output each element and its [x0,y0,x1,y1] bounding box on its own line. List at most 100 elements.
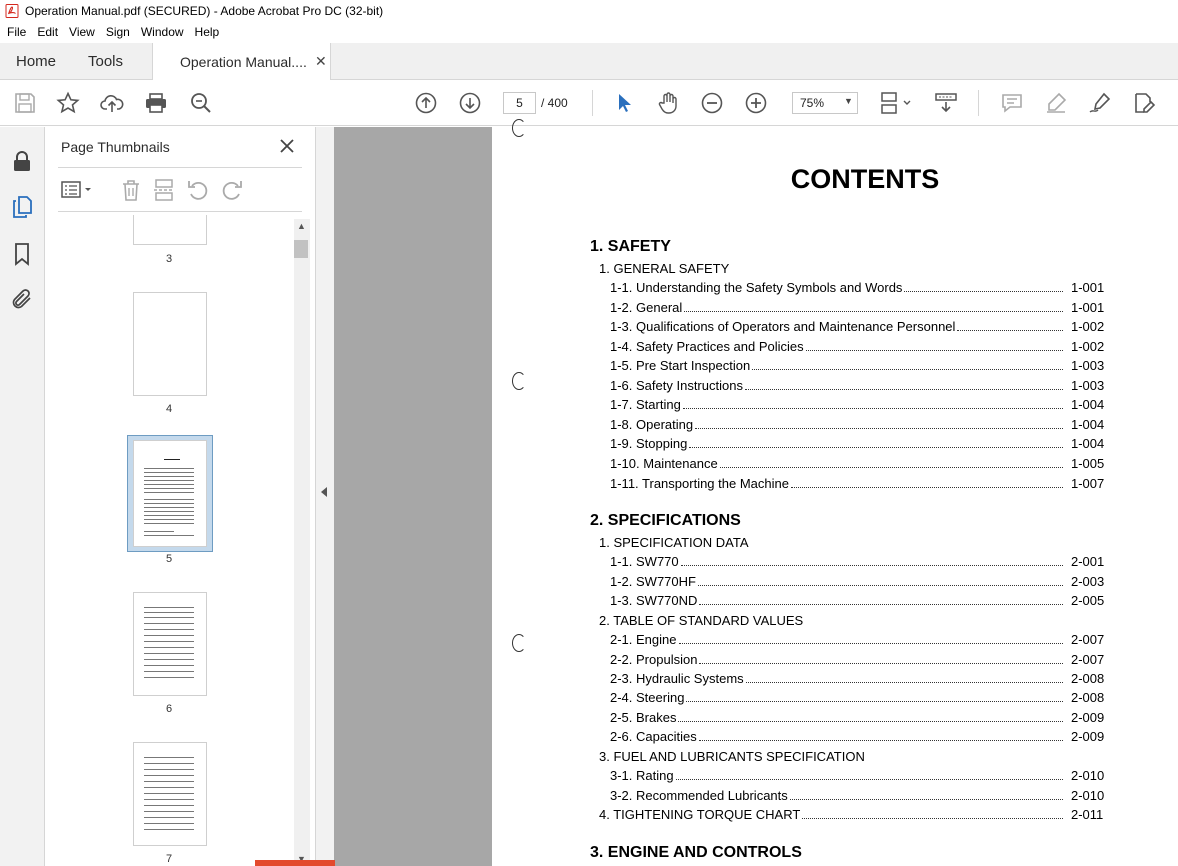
comment-icon[interactable] [1000,91,1024,115]
dot-leader [802,807,1063,819]
page-number-input[interactable]: 5 [503,92,536,114]
toc-entry[interactable]: 1-3. Qualifications of Operators and Mai… [610,319,1104,335]
extract-pages-icon[interactable] [152,178,176,202]
page-fit-icon[interactable] [878,91,914,115]
collapse-panel-icon[interactable] [321,487,327,497]
thumbnail-page-selected[interactable] [133,440,207,547]
toolbar-separator [978,90,979,116]
document-viewer[interactable]: CONTENTS 1. SAFETY 1. GENERAL SAFETY 1-1… [334,119,1178,866]
menu-window[interactable]: Window [137,25,188,39]
toc-entry-title: 1-2. General [610,300,683,315]
menu-help[interactable]: Help [191,25,224,39]
toc-entry[interactable]: 2-1. Engine 2-007 [610,632,1104,648]
toc-entry[interactable]: 1-7. Starting 1-004 [610,397,1104,413]
thumbnail-page[interactable] [133,592,207,696]
dot-leader [686,690,1063,702]
zoom-level-select[interactable]: 75% ▼ [792,92,858,114]
title-bar: Operation Manual.pdf (SECURED) - Adobe A… [0,0,1178,22]
zoom-search-icon[interactable] [189,91,213,115]
toc-entry[interactable]: 1-9. Stopping 1-004 [610,436,1105,452]
print-icon[interactable] [144,91,168,115]
thumbnail-options-icon[interactable] [60,178,96,202]
cloud-upload-icon[interactable] [100,91,124,115]
contents-heading: CONTENTS [790,164,940,194]
thumbnail-page[interactable] [133,215,207,245]
tab-tools[interactable]: Tools [88,53,123,70]
zoom-level-value: 75% [800,96,825,110]
toc-entry[interactable]: 1-1. SW770 2-001 [610,554,1104,570]
dot-leader [684,300,1063,312]
zoom-out-icon[interactable] [700,91,724,115]
toc-entry[interactable]: 1-1. Understanding the Safety Symbols an… [610,280,1104,296]
toc-entry[interactable]: 1-2. General 1-001 [610,300,1104,316]
menu-sign[interactable]: Sign [102,25,134,39]
toc-entry-page: 2-003 [1071,574,1105,589]
toc-entry[interactable]: 1-10. Maintenance 1-005 [610,456,1104,472]
toc-entry[interactable]: 3-1. Rating 2-010 [610,768,1104,784]
close-tab-icon[interactable]: ✕ [315,53,327,70]
menu-file[interactable]: File [3,25,30,39]
toc-entry[interactable]: 1-2. SW770HF 2-003 [610,574,1105,590]
panel-splitter[interactable] [316,127,334,866]
toc-entry[interactable]: 2-4. Steering 2-008 [610,690,1104,706]
dot-leader [689,436,1063,448]
dot-leader [697,574,1063,586]
thumbnail-page[interactable] [133,292,207,396]
save-icon[interactable] [13,91,37,115]
section-heading: 1. SAFETY [590,238,671,255]
select-cursor-icon[interactable] [612,91,636,115]
thumbnail-scrollbar[interactable]: ▲ ▼ [294,219,310,866]
tab-home[interactable]: Home [16,53,56,70]
close-panel-icon[interactable] [277,136,297,156]
toc-entry[interactable]: 1-4. Safety Practices and Policies 1-002 [610,339,1104,355]
toc-entry[interactable]: 1-6. Safety Instructions 1-003 [610,378,1105,394]
previous-page-icon[interactable] [414,91,438,115]
lock-icon[interactable] [10,149,34,173]
toc-entry-title: 3-1. Rating [610,768,674,783]
bookmark-icon[interactable] [10,242,34,266]
zoom-in-icon[interactable] [744,91,768,115]
toc-entry[interactable]: 2-2. Propulsion 2-007 [610,652,1104,668]
dot-leader [682,397,1063,409]
rotate-clockwise-icon[interactable] [220,178,244,202]
scrollbar-thumb[interactable] [294,240,308,258]
menu-edit[interactable]: Edit [33,25,62,39]
thumbnail-page-number: 4 [165,403,173,415]
sign-pen-icon[interactable] [1088,91,1112,115]
toc-entry[interactable]: 2-3. Hydraulic Systems 2-008 [610,671,1104,687]
menu-view[interactable]: View [65,25,99,39]
toc-entry-page: 1-003 [1071,378,1105,393]
toc-entry[interactable]: 2-5. Brakes 2-009 [610,710,1104,726]
hand-tool-icon[interactable] [656,91,680,115]
thumbnail-page-number: 3 [165,253,173,265]
edit-pdf-icon[interactable] [1132,91,1156,115]
toc-entry[interactable]: 1-3. SW770ND 2-005 [610,593,1104,609]
next-page-icon[interactable] [458,91,482,115]
toc-entry[interactable]: 1-11. Transporting the Machine 1-007 [610,476,1104,492]
toc-entry[interactable]: 1-8. Operating 1-004 [610,417,1104,433]
window-title: Operation Manual.pdf (SECURED) - Adobe A… [25,4,384,18]
star-icon[interactable] [56,91,80,115]
binder-hole-mark [512,119,526,137]
dot-leader [699,593,1063,605]
tab-document[interactable]: Operation Manual.... ✕ [152,43,331,81]
subsection-heading: 2. TABLE OF STANDARD VALUES [599,613,804,628]
panel-title: Page Thumbnails [61,139,170,155]
toc-entry-title: 1-7. Starting [610,397,681,412]
toc-entry-title: 2-4. Steering [610,690,685,705]
thumbnail-page[interactable] [133,742,207,846]
scroll-mode-icon[interactable] [934,91,958,115]
toc-entry[interactable]: 1-5. Pre Start Inspection 1-003 [610,358,1104,374]
highlight-icon[interactable] [1044,91,1068,115]
rotate-counterclockwise-icon[interactable] [186,178,210,202]
page-thumbnails-icon[interactable] [10,195,34,219]
toc-entry[interactable]: 2-6. Capacities 2-009 [610,729,1104,745]
scroll-up-icon[interactable]: ▲ [297,221,306,231]
toc-entry-page: 1-004 [1071,436,1105,451]
toc-entry[interactable]: 3-2. Recommended Lubricants 2-010 [610,788,1104,804]
toc-entry-title: 1-8. Operating [610,417,694,432]
toc-entry-title: 2-5. Brakes [610,710,677,725]
attachment-icon[interactable] [10,287,34,311]
delete-pages-icon[interactable] [119,178,143,202]
toc-entry[interactable]: 4. TIGHTENING TORQUE CHART 2-011 [599,807,1103,823]
